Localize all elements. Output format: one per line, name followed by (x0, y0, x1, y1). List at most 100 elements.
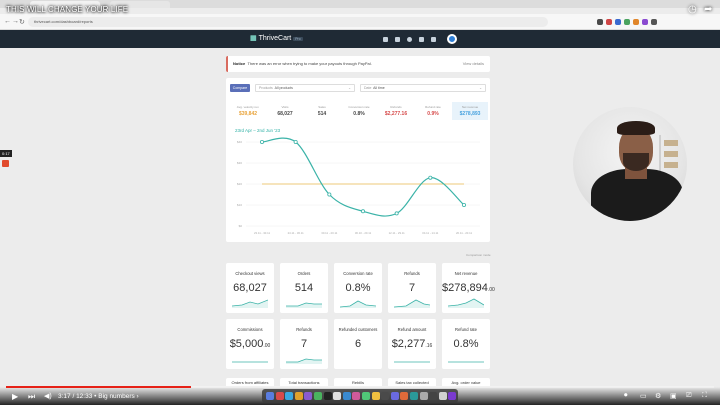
metric-4[interactable]: Refunds $2,277.16 (378, 102, 414, 120)
extension-icon[interactable] (633, 19, 639, 25)
metric-6[interactable]: Net revenue $278,893 (452, 102, 488, 120)
app-logo[interactable]: ▦ ThriveCart Pro (250, 34, 303, 42)
y-tick-label: $0 (239, 224, 243, 228)
user-icon[interactable] (407, 37, 412, 42)
extension-icon[interactable] (642, 19, 648, 25)
stat-card: Net revenue $278,894.00 (442, 263, 495, 313)
metric-2[interactable]: Sales 514 (304, 102, 340, 120)
dock-app-icon[interactable] (419, 392, 428, 400)
compare-button[interactable]: Compare (230, 84, 250, 92)
eye-icon[interactable] (419, 37, 424, 42)
extension-icon[interactable] (651, 19, 657, 25)
stat-card: Refund rate 0.8% (442, 319, 490, 369)
stat-card-partial: Rebills (334, 378, 382, 386)
presenter-webcam (573, 107, 687, 221)
account-avatar[interactable] (447, 34, 457, 44)
back-icon[interactable]: ← (4, 18, 11, 25)
metric-1[interactable]: Visits 68,027 (267, 102, 303, 120)
data-point[interactable] (260, 140, 265, 145)
card-label: Orders (297, 271, 311, 276)
dock-app-icon[interactable] (323, 392, 332, 400)
date-select[interactable]: Date All time ⌄ (360, 84, 486, 92)
metric-0[interactable]: Avg. velocity rev. $39,842 (230, 102, 266, 120)
dock-app-icon[interactable] (410, 392, 418, 400)
sparkline (394, 361, 430, 363)
dock-app-icon[interactable] (352, 392, 361, 400)
products-select-value: All products (274, 86, 293, 90)
dock-app-icon[interactable] (448, 392, 457, 400)
dock-app-icon[interactable] (371, 392, 380, 400)
x-tick-label: 23.11 - 30.11 (254, 231, 271, 235)
record-icon[interactable] (2, 160, 9, 167)
dock-app-icon[interactable] (266, 392, 274, 400)
chart-date-range: 23rd Apr – 2nd Jun '23 (235, 128, 281, 133)
stat-card-partial: Total transactions (280, 378, 328, 386)
date-select-value: All time (373, 86, 385, 90)
dock-app-icon[interactable] (314, 392, 322, 400)
card-label: Refunds (404, 271, 420, 276)
extension-icon[interactable] (615, 19, 621, 25)
dock-app-icon[interactable] (429, 392, 438, 400)
cast-icon[interactable]: ⎚ (686, 392, 692, 400)
chevron-down-icon: ⌄ (479, 86, 482, 90)
clock-icon[interactable]: ◷ (688, 4, 697, 15)
url-field[interactable]: thrivecart.com/dashboard/reports (28, 17, 548, 27)
x-tick-label: 12.11 - 29.11 (389, 231, 406, 235)
autoplay-toggle[interactable]: ⏺ (624, 392, 628, 400)
metric-label: Refund rate (425, 105, 441, 109)
metric-3[interactable]: Conversion rate 0.8% (341, 102, 377, 120)
bell-icon[interactable] (431, 37, 436, 42)
series-line (261, 137, 465, 217)
fullscreen-icon[interactable]: ⛶ (702, 392, 707, 400)
reload-icon[interactable]: ↻ (19, 18, 25, 26)
data-point[interactable] (394, 211, 399, 216)
data-point[interactable] (360, 209, 365, 214)
stat-card-partial: Avg. order value (442, 378, 490, 386)
card-label: Net revenue (454, 271, 478, 276)
extension-icon[interactable] (597, 19, 603, 25)
dock-app-icon[interactable] (275, 392, 284, 400)
metric-5[interactable]: Refund rate 0.9% (415, 102, 451, 120)
x-tick-label: 30.11 - 20.11 (321, 231, 338, 235)
dock-app-icon[interactable] (333, 392, 342, 400)
extension-icon[interactable] (606, 19, 612, 25)
share-icon[interactable]: ➦ (704, 4, 712, 15)
forward-icon[interactable]: → (12, 18, 19, 25)
mac-dock (262, 389, 458, 403)
data-point[interactable] (293, 140, 298, 145)
dock-app-icon[interactable] (381, 392, 390, 400)
products-select[interactable]: Products All products ⌄ (255, 84, 355, 92)
x-tick-label: 24.11 - 30.11 (288, 231, 305, 235)
data-point[interactable] (461, 203, 466, 208)
dock-app-icon[interactable] (438, 392, 447, 400)
video-progress-bar[interactable] (6, 386, 714, 388)
metric-label: Sales (318, 105, 326, 109)
sparkline (232, 299, 268, 308)
dock-app-icon[interactable] (285, 392, 294, 400)
video-title[interactable]: THIS WILL CHANGE YOUR LIFE (6, 5, 128, 14)
settings-icon[interactable]: ⚙ (655, 392, 661, 400)
dock-app-icon[interactable] (304, 392, 313, 400)
view-details-button[interactable]: View details (463, 61, 484, 66)
volume-icon[interactable]: ◀) (44, 392, 52, 400)
data-point[interactable] (428, 175, 433, 180)
subtitles-icon[interactable]: ▭ (640, 392, 647, 400)
card-value: 0.8% (345, 282, 371, 294)
book-icon[interactable] (395, 37, 400, 42)
dock-app-icon[interactable] (400, 392, 409, 400)
dock-app-icon[interactable] (362, 392, 370, 400)
play-icon[interactable]: ▶ (12, 392, 18, 401)
sparkline (232, 361, 268, 363)
next-icon[interactable]: ⏭ (28, 392, 35, 402)
card-value: 6 (354, 338, 362, 350)
miniplayer-icon[interactable]: ▣ (670, 392, 677, 400)
dock-app-icon[interactable] (342, 392, 351, 400)
extension-icon[interactable] (624, 19, 630, 25)
stat-card: Conversion rate 0.8% (334, 263, 382, 313)
dock-app-icon[interactable] (390, 392, 399, 400)
data-point[interactable] (327, 192, 332, 197)
card-label: Commissions (237, 327, 263, 332)
grid-icon[interactable] (383, 37, 388, 42)
dock-app-icon[interactable] (294, 392, 303, 400)
metric-value: 0.9% (427, 111, 439, 117)
